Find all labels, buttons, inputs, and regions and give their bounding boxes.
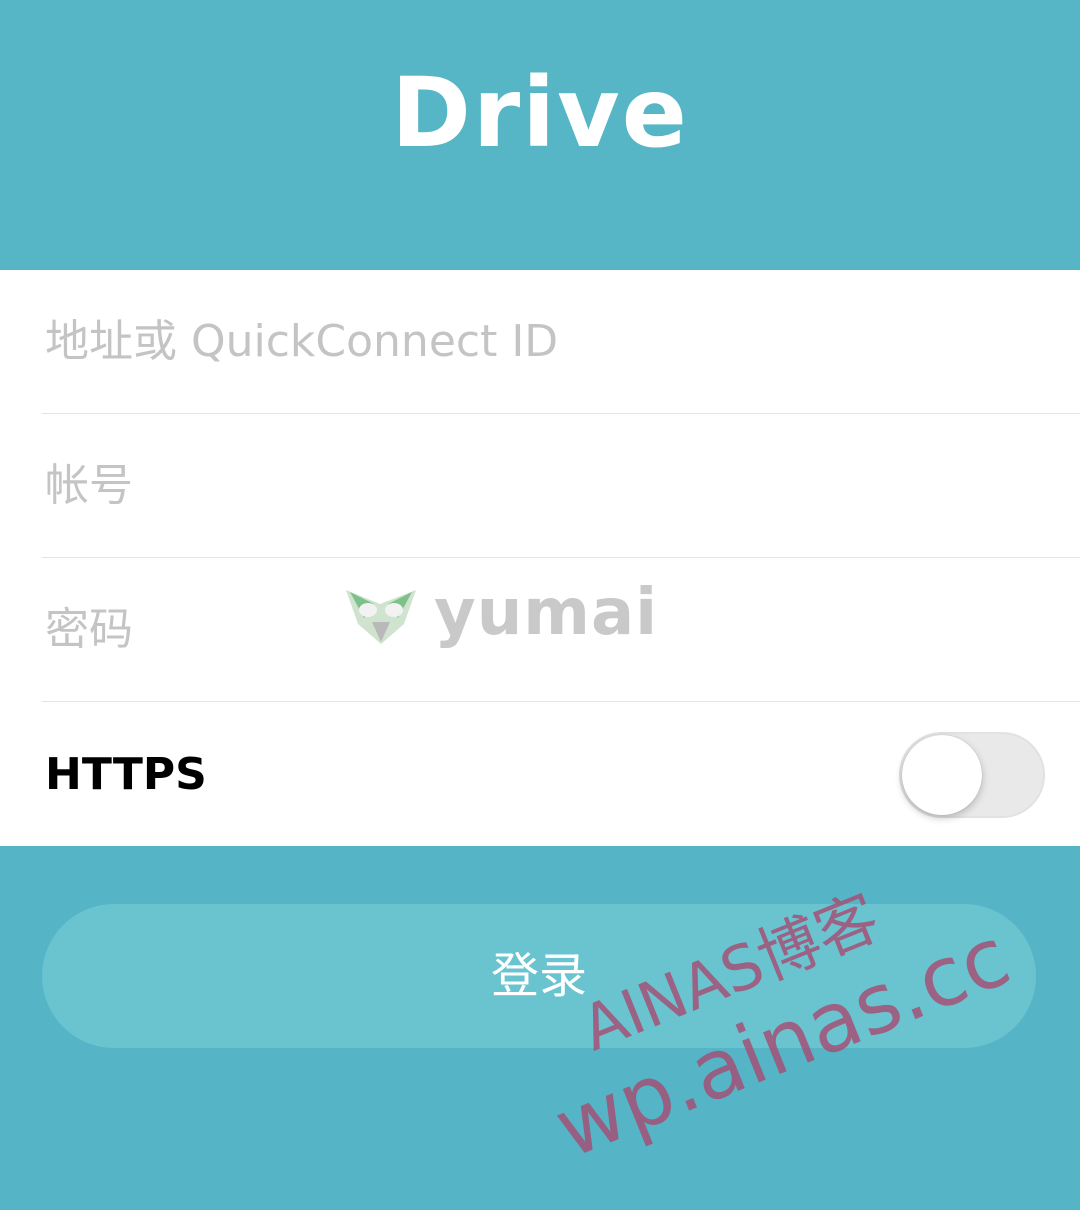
https-label: HTTPS bbox=[45, 749, 207, 800]
account-input[interactable] bbox=[42, 414, 1045, 557]
address-input[interactable] bbox=[42, 270, 1045, 413]
password-input[interactable] bbox=[42, 558, 1045, 701]
https-row: HTTPS bbox=[0, 702, 1080, 846]
account-field-row bbox=[42, 414, 1080, 558]
password-field-row bbox=[42, 558, 1080, 702]
toggle-knob[interactable] bbox=[902, 735, 982, 815]
login-button[interactable]: 登录 bbox=[42, 904, 1036, 1048]
address-field-row bbox=[42, 270, 1080, 414]
https-toggle[interactable] bbox=[899, 732, 1045, 818]
login-form: HTTPS bbox=[0, 270, 1080, 846]
app-title: Drive bbox=[391, 57, 689, 169]
app-header: Drive bbox=[0, 0, 1080, 270]
